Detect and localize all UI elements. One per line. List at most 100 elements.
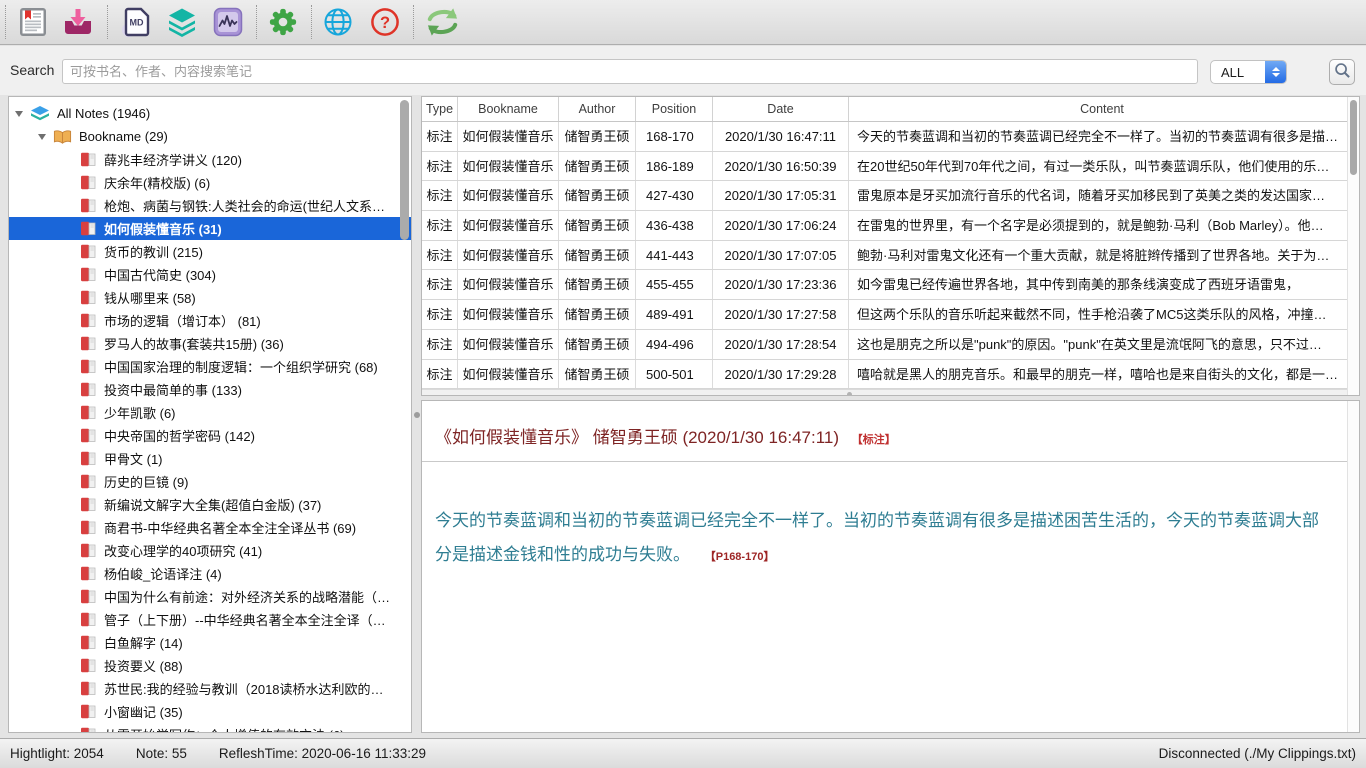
book-icon — [80, 359, 97, 374]
column-header-position[interactable]: Position — [636, 97, 713, 121]
note-detail-title: 《如何假装懂音乐》 储智勇王硕 (2020/1/30 16:47:11) — [435, 428, 839, 447]
sidebar-book-item[interactable]: 白鱼解字 (14) — [9, 631, 411, 654]
cell-date: 2020/1/30 17:23:36 — [713, 270, 849, 299]
cell-author: 储智勇王硕 — [559, 270, 636, 299]
sidebar-book-item[interactable]: 中国古代简史 (304) — [9, 263, 411, 286]
settings-button[interactable] — [266, 6, 300, 38]
sidebar-book-item[interactable]: 从零开始学写作：个人增值的有效方法 (6) — [9, 723, 411, 733]
note-position-tag: 【P168-170】 — [705, 551, 775, 563]
book-label: 从零开始学写作：个人增值的有效方法 (6) — [104, 725, 345, 733]
sidebar-book-item[interactable]: 苏世民:我的经验与教训（2018读桥水达利欧的… — [9, 677, 411, 700]
table-row[interactable]: 标注如何假装懂音乐储智勇王硕436-4382020/1/30 17:06:24在… — [422, 211, 1347, 241]
help-button[interactable]: ? — [368, 6, 402, 38]
cell-date: 2020/1/30 17:05:31 — [713, 181, 849, 210]
sidebar-book-item[interactable]: 小窗幽记 (35) — [9, 700, 411, 723]
sidebar-book-item[interactable]: 改变心理学的40项研究 (41) — [9, 539, 411, 562]
column-header-date[interactable]: Date — [713, 97, 849, 121]
search-input[interactable] — [62, 59, 1198, 84]
layers-button[interactable] — [165, 6, 199, 38]
statistics-button[interactable] — [211, 6, 245, 38]
sidebar-item-all-notes[interactable]: All Notes (1946) — [9, 102, 411, 125]
sidebar-book-item[interactable]: 投资中最简单的事 (133) — [9, 378, 411, 401]
cell-bookname: 如何假装懂音乐 — [458, 330, 559, 359]
sidebar-book-item[interactable]: 投资要义 (88) — [9, 654, 411, 677]
cell-date: 2020/1/30 17:27:58 — [713, 300, 849, 329]
column-header-type[interactable]: Type — [422, 97, 458, 121]
cell-type: 标注 — [422, 152, 458, 181]
cell-content: 雷鬼原本是牙买加流行音乐的代名词，随着牙买加移民到了英美之类的发达国家… — [849, 181, 1347, 210]
web-button[interactable] — [321, 6, 355, 38]
sidebar-book-item[interactable]: 杨伯峻_论语译注 (4) — [9, 562, 411, 585]
statusbar: Hightlight: 2054 Note: 55 RefleshTime: 2… — [0, 738, 1366, 768]
cell-type: 标注 — [422, 122, 458, 151]
table-horizontal-scrollbar[interactable] — [422, 389, 1347, 395]
table-row[interactable]: 标注如何假装懂音乐储智勇王硕500-5012020/1/30 17:29:28嘻… — [422, 360, 1347, 390]
sidebar-book-item[interactable]: 管子（上下册）--中华经典名著全本全注全译（… — [9, 608, 411, 631]
book-icon — [80, 290, 97, 305]
status-note-count: Note: 55 — [136, 746, 187, 761]
cell-position: 489-491 — [636, 300, 713, 329]
sidebar-book-item[interactable]: 商君书-中华经典名著全本全注全译丛书 (69) — [9, 516, 411, 539]
disclosure-triangle-icon[interactable] — [38, 134, 46, 140]
refresh-button[interactable] — [423, 6, 461, 38]
sidebar-book-item[interactable]: 货币的教训 (215) — [9, 240, 411, 263]
table-row[interactable]: 标注如何假装懂音乐储智勇王硕494-4962020/1/30 17:28:54这… — [422, 330, 1347, 360]
table-vertical-scrollbar[interactable] — [1347, 97, 1359, 395]
sidebar-item-bookname[interactable]: Bookname (29) — [9, 125, 411, 148]
sidebar-book-item[interactable]: 甲骨文 (1) — [9, 447, 411, 470]
cell-date: 2020/1/30 17:07:05 — [713, 241, 849, 270]
table-row[interactable]: 标注如何假装懂音乐储智勇王硕455-4552020/1/30 17:23:36如… — [422, 270, 1347, 300]
column-header-author[interactable]: Author — [559, 97, 636, 121]
cell-content: 今天的节奏蓝调和当初的节奏蓝调已经完全不一样了。当初的节奏蓝调有很多是描… — [849, 122, 1347, 151]
table-row[interactable]: 标注如何假装懂音乐储智勇王硕427-4302020/1/30 17:05:31雷… — [422, 181, 1347, 211]
sidebar-book-item[interactable]: 中央帝国的哲学密码 (142) — [9, 424, 411, 447]
disclosure-triangle-icon[interactable] — [15, 111, 23, 117]
cell-author: 储智勇王硕 — [559, 211, 636, 240]
markdown-export-button[interactable]: MD — [119, 6, 153, 38]
sidebar-book-item[interactable]: 市场的逻辑（增订本） (81) — [9, 309, 411, 332]
sidebar-book-item[interactable]: 枪炮、病菌与钢铁:人类社会的命运(世纪人文系… — [9, 194, 411, 217]
sidebar-book-item[interactable]: 钱从哪里来 (58) — [9, 286, 411, 309]
toolbar: MD — [0, 0, 1366, 45]
sidebar-book-item[interactable]: 如何假装懂音乐 (31) — [9, 217, 411, 240]
table-row[interactable]: 标注如何假装懂音乐储智勇王硕441-4432020/1/30 17:07:05鲍… — [422, 241, 1347, 271]
column-header-content[interactable]: Content — [849, 97, 1347, 121]
column-header-bookname[interactable]: Bookname — [458, 97, 559, 121]
cell-type: 标注 — [422, 270, 458, 299]
search-scope-select[interactable]: ALL — [1210, 60, 1287, 84]
search-button[interactable] — [1329, 59, 1355, 85]
notes-document-button[interactable] — [16, 6, 50, 38]
table-row[interactable]: 标注如何假装懂音乐储智勇王硕489-4912020/1/30 17:27:58但… — [422, 300, 1347, 330]
sidebar-book-item[interactable]: 中国国家治理的制度逻辑：一个组织学研究 (68) — [9, 355, 411, 378]
table-body: 标注如何假装懂音乐储智勇王硕168-1702020/1/30 16:47:11今… — [422, 122, 1347, 389]
book-icon — [80, 704, 97, 719]
statistics-chart-icon — [213, 7, 243, 37]
status-refresh-time: RefleshTime: 2020-06-16 11:33:29 — [219, 746, 426, 761]
table-row[interactable]: 标注如何假装懂音乐储智勇王硕168-1702020/1/30 16:47:11今… — [422, 122, 1347, 152]
book-label: 钱从哪里来 (58) — [104, 288, 196, 307]
splitter-handle[interactable] — [414, 412, 420, 418]
note-detail-body-row: 今天的节奏蓝调和当初的节奏蓝调已经完全不一样了。当初的节奏蓝调有很多是描述困苦生… — [435, 504, 1347, 574]
book-label: 少年凯歌 (6) — [104, 403, 176, 422]
sidebar-book-item[interactable]: 中国为什么有前途：对外经济关系的战略潜能（… — [9, 585, 411, 608]
sidebar-book-item[interactable]: 罗马人的故事(套装共15册) (36) — [9, 332, 411, 355]
book-icon — [80, 336, 97, 351]
sidebar-book-item[interactable]: 薛兆丰经济学讲义 (120) — [9, 148, 411, 171]
sidebar-book-item[interactable]: 历史的巨镜 (9) — [9, 470, 411, 493]
detail-vertical-scrollbar[interactable] — [1347, 401, 1359, 732]
sidebar-book-item[interactable]: 少年凯歌 (6) — [9, 401, 411, 424]
cell-date: 2020/1/30 16:47:11 — [713, 122, 849, 151]
sidebar-scrollbar-thumb[interactable] — [400, 100, 409, 240]
cell-author: 储智勇王硕 — [559, 122, 636, 151]
cell-author: 储智勇王硕 — [559, 360, 636, 389]
sidebar-book-item[interactable]: 新编说文解字大全集(超值白金版) (37) — [9, 493, 411, 516]
hscrollbar-thumb[interactable] — [847, 392, 852, 395]
sidebar-book-item[interactable]: 庆余年(精校版) (6) — [9, 171, 411, 194]
cell-date: 2020/1/30 17:29:28 — [713, 360, 849, 389]
vscrollbar-thumb[interactable] — [1350, 100, 1357, 175]
table-row[interactable]: 标注如何假装懂音乐储智勇王硕186-1892020/1/30 16:50:39在… — [422, 152, 1347, 182]
download-button[interactable] — [61, 6, 95, 38]
all-notes-icon — [30, 105, 50, 122]
cell-position: 494-496 — [636, 330, 713, 359]
layers-icon — [167, 7, 197, 37]
